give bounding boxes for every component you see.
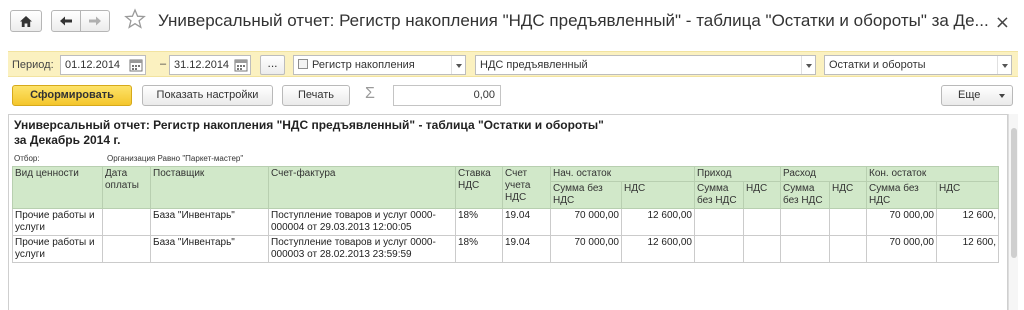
header-receipt-sum: Сумма без НДС (694, 181, 744, 209)
title-bar: Универсальный отчет: Регистр накопления … (0, 0, 1024, 44)
report-table: Вид ценности Дата оплаты Поставщик Счет-… (12, 166, 999, 263)
date-to-value: 31.12.2014 (174, 59, 230, 71)
back-button[interactable] (51, 10, 81, 32)
header-close-vat: НДС (936, 181, 999, 209)
cell-receipt-vat (743, 235, 781, 263)
header-open-sum: Сумма без НДС (550, 181, 622, 209)
arrow-left-icon (60, 16, 72, 26)
table-type-select[interactable]: Остатки и обороты (824, 55, 1012, 75)
cell-rate: 18% (455, 208, 503, 236)
period-label: Период: (12, 59, 54, 71)
header-close-sum: Сумма без НДС (866, 181, 937, 209)
source-name-select[interactable]: НДС предъявленный (475, 55, 816, 75)
more-label: Еще (958, 89, 981, 101)
cell-receipt-sum (694, 235, 744, 263)
cell-close-vat: 12 600, (936, 208, 999, 236)
header-rate: Ставка НДС (455, 166, 503, 209)
forward-button[interactable] (80, 10, 110, 32)
header-receipt: Приход (694, 166, 781, 182)
home-icon (20, 15, 32, 27)
cell-receipt-vat (743, 208, 781, 236)
header-date: Дата оплаты (102, 166, 151, 209)
choose-period-button[interactable]: ... (260, 55, 285, 75)
cell-expense-sum (780, 208, 830, 236)
header-expense-sum: Сумма без НДС (780, 181, 830, 209)
chevron-down-icon[interactable] (801, 56, 815, 74)
cell-expense-sum (780, 235, 830, 263)
scrollbar-thumb[interactable] (1011, 128, 1017, 258)
close-icon[interactable]: × (995, 12, 1010, 33)
header-open-vat: НДС (621, 181, 695, 209)
cell-vid: Прочие работы и услуги (12, 235, 103, 263)
print-button[interactable]: Печать (282, 85, 350, 106)
cell-close-sum: 70 000,00 (866, 208, 937, 236)
cell-expense-vat (829, 208, 867, 236)
cell-expense-vat (829, 235, 867, 263)
date-from-value: 01.12.2014 (65, 59, 121, 71)
home-button[interactable] (10, 10, 42, 32)
source-type-select[interactable]: Регистр накопления (293, 55, 466, 75)
chevron-down-icon (999, 94, 1005, 98)
cell-open-sum: 70 000,00 (550, 208, 622, 236)
cell-close-sum: 70 000,00 (866, 235, 937, 263)
source-type-value: Регистр накопления (312, 59, 415, 71)
header-row: Вид ценности Дата оплаты Поставщик Счет-… (12, 166, 999, 209)
period-dash: – (160, 58, 167, 70)
cell-close-vat: 12 600, (936, 235, 999, 263)
sum-icon: Σ (365, 85, 375, 102)
calendar-icon[interactable] (128, 57, 144, 73)
filter-label: Отбор: (14, 154, 40, 163)
filter-value: Организация Равно "Паркет-мастер" (107, 154, 244, 163)
cell-account: 19.04 (502, 208, 551, 236)
header-vid: Вид ценности (12, 166, 103, 209)
chevron-down-icon[interactable] (997, 56, 1011, 74)
cell-account: 19.04 (502, 235, 551, 263)
header-expense: Расход (780, 166, 867, 182)
favorite-star-icon[interactable] (124, 8, 146, 33)
cell-supplier: База "Инвентарь" (150, 235, 269, 263)
header-supplier: Поставщик (150, 166, 269, 209)
cell-supplier: База "Инвентарь" (150, 208, 269, 236)
date-from-field[interactable]: 01.12.2014 (60, 55, 146, 75)
generate-button[interactable]: Сформировать (12, 85, 132, 106)
cell-open-vat: 12 600,00 (621, 208, 695, 236)
header-open-balance: Нач. остаток (550, 166, 695, 182)
cell-invoice: Поступление товаров и услуг 0000-000004 … (268, 208, 456, 236)
vertical-scrollbar[interactable] (1008, 114, 1018, 310)
show-settings-button[interactable]: Показать настройки (142, 85, 273, 106)
cell-rate: 18% (455, 235, 503, 263)
chevron-down-icon[interactable] (451, 56, 465, 74)
register-icon (298, 59, 308, 69)
table-row[interactable]: Прочие работы и услуги База "Инвентарь" … (12, 208, 999, 236)
header-close-balance: Кон. остаток (866, 166, 999, 182)
table-type-value: Остатки и обороты (829, 59, 926, 71)
report-title: Универсальный отчет: Регистр накопления … (14, 118, 604, 147)
header-account: Счет учета НДС (502, 166, 551, 209)
source-name-value: НДС предъявленный (480, 59, 588, 71)
cell-invoice: Поступление товаров и услуг 0000-000003 … (268, 235, 456, 263)
arrow-right-icon (89, 16, 101, 26)
table-row[interactable]: Прочие работы и услуги База "Инвентарь" … (12, 235, 999, 263)
cell-date (102, 208, 151, 236)
cell-open-sum: 70 000,00 (550, 235, 622, 263)
header-expense-vat: НДС (829, 181, 867, 209)
window-title: Универсальный отчет: Регистр накопления … (158, 11, 989, 30)
header-invoice: Счет-фактура (268, 166, 456, 209)
calendar-icon[interactable] (233, 57, 249, 73)
sum-field: 0,00 (393, 85, 501, 106)
more-button[interactable]: Еще (941, 85, 1013, 106)
cell-date (102, 235, 151, 263)
date-to-field[interactable]: 31.12.2014 (169, 55, 251, 75)
report-spreadsheet[interactable]: Универсальный отчет: Регистр накопления … (8, 114, 1008, 310)
header-receipt-vat: НДС (743, 181, 781, 209)
cell-vid: Прочие работы и услуги (12, 208, 103, 236)
cell-receipt-sum (694, 208, 744, 236)
cell-open-vat: 12 600,00 (621, 235, 695, 263)
report-parameters: Период: 01.12.2014 – 31.12.2014 ... Реги… (8, 51, 1018, 77)
